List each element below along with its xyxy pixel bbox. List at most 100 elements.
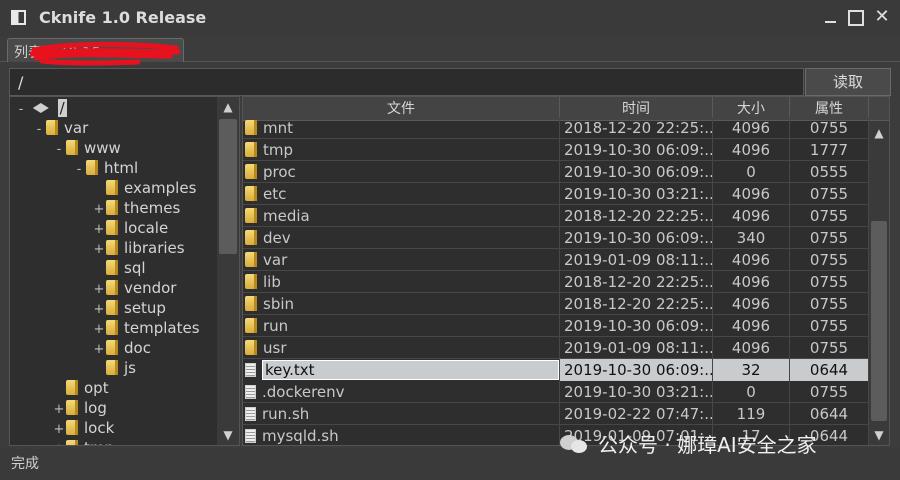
- collapse-icon[interactable]: -: [14, 100, 28, 120]
- file-table[interactable]: 文件 时间 大小 属性 mnt 2018-12-20 22:25:... 4096 0…: [242, 96, 890, 446]
- tree-item-label: sql: [124, 259, 146, 277]
- minimize-icon[interactable]: [822, 8, 840, 26]
- cell-attr: 0644: [790, 403, 869, 425]
- file-name: media: [263, 207, 310, 225]
- table-row[interactable]: dev 2019-10-30 06:09:... 340 0755: [243, 227, 869, 249]
- table-row[interactable]: run 2019-10-30 06:09:... 4096 0755: [243, 315, 869, 337]
- tree-item[interactable]: + log: [52, 398, 107, 418]
- tree-item-label: log: [84, 399, 107, 417]
- cell-attr: 0755: [790, 183, 869, 205]
- cell-name: tmp: [243, 139, 560, 161]
- cell-size: 4096: [713, 117, 790, 139]
- tab-file-list[interactable]: 列表 1.19.16...: [7, 38, 184, 62]
- tree-item[interactable]: + locale: [92, 218, 169, 240]
- table-row[interactable]: usr 2019-01-09 08:11:... 4096 0755: [243, 337, 869, 359]
- tree-scrollbar[interactable]: ▲ ▼: [217, 97, 239, 445]
- selection-highlight: key.txt: [262, 360, 559, 380]
- cell-name: media: [243, 205, 560, 227]
- scroll-up-icon[interactable]: ▲: [217, 97, 239, 117]
- scroll-down-icon[interactable]: ▼: [217, 425, 239, 445]
- table-row[interactable]: tmp 2019-10-30 06:09:... 4096 1777: [243, 139, 869, 161]
- folder-icon: [245, 164, 257, 179]
- tree-item-label: libraries: [124, 239, 185, 257]
- cell-time: 2019-10-30 06:09:...: [560, 161, 713, 183]
- folder-icon: [66, 380, 78, 395]
- tree-item[interactable]: js: [92, 358, 136, 378]
- folder-icon: [245, 252, 257, 267]
- tree-item[interactable]: + lock: [52, 418, 115, 440]
- expand-icon[interactable]: +: [92, 200, 106, 220]
- tree-item[interactable]: + tmp: [52, 438, 114, 445]
- table-row[interactable]: run.sh 2019-02-22 07:47:... 119 0644: [243, 403, 869, 425]
- file-name: key.txt: [265, 361, 315, 379]
- window-title: Cknife 1.0 Release: [39, 8, 207, 27]
- cell-attr: 0755: [790, 271, 869, 293]
- expand-icon[interactable]: +: [92, 300, 106, 320]
- scroll-thumb[interactable]: [219, 119, 237, 254]
- cell-size: 119: [713, 403, 790, 425]
- read-button[interactable]: 读取: [805, 68, 891, 96]
- cell-time: 2019-10-30 06:09:...: [560, 359, 713, 381]
- collapse-icon[interactable]: -: [32, 120, 46, 140]
- file-icon: [245, 407, 256, 421]
- tree-item[interactable]: - html: [72, 158, 139, 180]
- maximize-icon[interactable]: [846, 8, 864, 26]
- close-icon[interactable]: ✕: [873, 8, 891, 26]
- scroll-up-icon[interactable]: ▲: [869, 123, 889, 143]
- tree-item[interactable]: - var: [32, 118, 89, 140]
- tree-item[interactable]: sql: [92, 258, 146, 278]
- cell-attr: 0755: [790, 315, 869, 337]
- folder-icon: [66, 440, 78, 445]
- tree-item-label: html: [104, 159, 139, 177]
- expand-icon[interactable]: +: [92, 280, 106, 300]
- table-row[interactable]: lib 2018-12-20 22:25:... 4096 0755: [243, 271, 869, 293]
- table-row[interactable]: proc 2019-10-30 06:09:... 0 0555: [243, 161, 869, 183]
- scroll-down-icon[interactable]: ▼: [869, 425, 889, 445]
- tree-item[interactable]: + vendor: [92, 278, 177, 300]
- scroll-thumb[interactable]: [871, 221, 887, 421]
- expand-icon[interactable]: +: [52, 440, 66, 445]
- path-input[interactable]: [9, 68, 804, 96]
- tree-item[interactable]: opt: [52, 378, 109, 398]
- folder-icon: [245, 186, 257, 201]
- folder-icon: [106, 200, 118, 215]
- table-row[interactable]: .dockerenv 2019-10-30 03:21:... 0 0755: [243, 381, 869, 403]
- table-scrollbar[interactable]: ▲ ▼: [869, 121, 889, 445]
- expand-icon[interactable]: +: [92, 220, 106, 240]
- folder-icon: [245, 142, 257, 157]
- cell-time: 2019-01-09 08:11:...: [560, 249, 713, 271]
- folder-icon: [106, 340, 118, 355]
- collapse-icon[interactable]: -: [52, 140, 66, 160]
- tree-item[interactable]: + doc: [92, 338, 151, 358]
- tree-item-label: www: [84, 139, 121, 157]
- cell-name: mysqld.sh: [243, 425, 560, 445]
- expand-icon[interactable]: +: [52, 420, 66, 440]
- app-icon: [11, 10, 26, 25]
- cell-attr: 0755: [790, 117, 869, 139]
- cell-size: 4096: [713, 271, 790, 293]
- table-row[interactable]: var 2019-01-09 08:11:... 4096 0755: [243, 249, 869, 271]
- table-row[interactable]: sbin 2018-12-20 22:25:... 4096 0755: [243, 293, 869, 315]
- table-row[interactable]: etc 2019-10-30 03:21:... 4096 0755: [243, 183, 869, 205]
- table-row[interactable]: mnt 2018-12-20 22:25:... 4096 0755: [243, 117, 869, 139]
- tree-item-label: templates: [124, 319, 200, 337]
- tree-item[interactable]: + libraries: [92, 238, 185, 258]
- tree-item[interactable]: + templates: [92, 318, 200, 338]
- folder-icon: [86, 160, 98, 175]
- expand-icon[interactable]: +: [92, 320, 106, 340]
- expand-icon[interactable]: +: [52, 400, 66, 420]
- cell-attr: 0644: [790, 359, 869, 381]
- tree-item[interactable]: examples: [92, 178, 196, 198]
- expand-icon[interactable]: +: [92, 340, 106, 360]
- table-row[interactable]: media 2018-12-20 22:25:... 4096 0755: [243, 205, 869, 227]
- tree-item[interactable]: + themes: [92, 198, 181, 220]
- tree-item[interactable]: + setup: [92, 298, 166, 318]
- collapse-icon[interactable]: -: [72, 160, 86, 180]
- expand-icon[interactable]: +: [92, 240, 106, 260]
- directory-tree[interactable]: - / - var - www - html examples + themes + locale +…: [9, 96, 240, 446]
- file-name: lib: [263, 273, 281, 291]
- table-row[interactable]: key.txt 2019-10-30 06:09:... 32 0644: [243, 359, 869, 381]
- tree-item-root[interactable]: - /: [14, 98, 67, 118]
- folder-icon: [245, 318, 257, 333]
- tree-item[interactable]: - www: [52, 138, 121, 158]
